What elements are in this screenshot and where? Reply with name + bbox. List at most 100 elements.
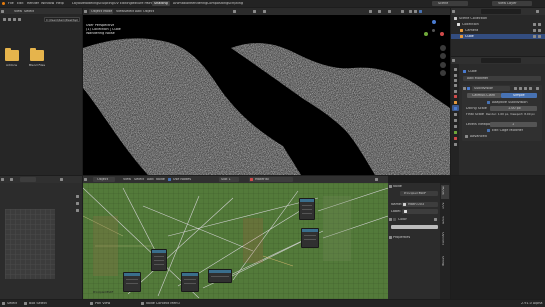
node-field[interactable]: [126, 283, 138, 285]
shading-material-icon[interactable]: [414, 10, 417, 13]
viewport-menu-select[interactable]: Select: [124, 10, 134, 13]
overlay-toggle-icon[interactable]: [388, 10, 391, 13]
editor-type-icon[interactable]: [1, 9, 4, 13]
expand-arrow-icon[interactable]: [465, 135, 468, 138]
visibility-icon[interactable]: [369, 10, 372, 13]
node-field[interactable]: [302, 213, 312, 215]
side-tab-options[interactable]: Options: [441, 231, 449, 253]
physics-tab-icon[interactable]: [453, 119, 457, 122]
editor-type-icon[interactable]: [452, 10, 455, 13]
blender-logo-icon[interactable]: [2, 2, 5, 5]
scene-tab-icon[interactable]: [453, 90, 457, 93]
viewport-menu-add[interactable]: Add: [135, 10, 142, 13]
node-field[interactable]: [126, 279, 138, 281]
add-modifier-button[interactable]: Add Modifier: [463, 76, 541, 81]
folder-item-blend-files[interactable]: Blend Files: [29, 48, 52, 70]
node-field[interactable]: [184, 279, 196, 281]
navigation-gizmo[interactable]: [423, 20, 445, 42]
node-menu-view[interactable]: View: [123, 178, 131, 181]
xray-icon[interactable]: [401, 10, 404, 13]
object-type-dropdown[interactable]: Object: [93, 177, 115, 182]
expand-arrow-icon[interactable]: [389, 236, 392, 239]
constraints-tab-icon[interactable]: [453, 125, 457, 128]
outliner-row-cube[interactable]: Cube: [451, 34, 545, 39]
close-icon[interactable]: [536, 87, 539, 90]
editor-type-icon[interactable]: [84, 178, 87, 181]
advanced-section[interactable]: Advanced: [470, 135, 487, 138]
side-tab-tool[interactable]: Tool: [441, 201, 449, 213]
node-math-4[interactable]: [123, 272, 141, 292]
file-menu-view[interactable]: View: [14, 10, 22, 13]
scene-selector[interactable]: Scene: [432, 1, 468, 6]
particles-tab-icon[interactable]: [453, 113, 457, 116]
use-nodes-checkbox[interactable]: [168, 178, 171, 181]
path-field[interactable]: C:\Users\Sam\Desktop\: [44, 17, 80, 22]
node-field[interactable]: [154, 260, 164, 262]
world-tab-icon[interactable]: [453, 95, 457, 98]
side-tab-node[interactable]: Node: [441, 185, 449, 199]
properties-section[interactable]: Properties: [393, 236, 410, 239]
shading-rendered-icon[interactable]: [419, 10, 422, 13]
refresh-icon[interactable]: [18, 18, 21, 21]
viewport-panel[interactable]: Object Mode View Select Add Object User …: [83, 8, 450, 175]
proportional-edit-icon[interactable]: [263, 10, 266, 13]
adaptive-checkbox[interactable]: [487, 101, 490, 104]
node-frame-mid[interactable]: [243, 218, 263, 263]
node-menu-node[interactable]: Node: [156, 178, 165, 181]
render-tab-icon[interactable]: [453, 74, 457, 77]
dicing-scale-field[interactable]: 1.00 px: [490, 106, 537, 111]
object-tab-icon[interactable]: [453, 101, 457, 104]
folder-item-addons[interactable]: Addons: [5, 48, 21, 70]
pan-hand-icon[interactable]: [76, 202, 79, 205]
shading-solid-icon[interactable]: [409, 10, 412, 13]
node-field[interactable]: [304, 235, 316, 237]
texture-tab-icon[interactable]: [453, 143, 457, 146]
eye-icon[interactable]: [533, 35, 536, 38]
image-canvas[interactable]: [5, 209, 55, 279]
tab-rendering[interactable]: Rendering: [190, 2, 207, 5]
levels-viewport-field[interactable]: 1: [490, 122, 537, 127]
data-tab-icon[interactable]: [453, 131, 457, 134]
node-math-6[interactable]: [208, 269, 232, 283]
tab-layout[interactable]: Layout: [72, 2, 84, 5]
tab-scripting[interactable]: Scripting: [228, 2, 243, 5]
pan-hand-icon[interactable]: [440, 53, 446, 59]
node-field[interactable]: [184, 283, 196, 285]
editor-type-icon[interactable]: [84, 10, 87, 13]
view-layer-tab-icon[interactable]: [453, 84, 457, 87]
node-label-field[interactable]: [402, 209, 438, 214]
modifier-tab-active[interactable]: [452, 105, 459, 111]
camera-view-icon[interactable]: [440, 62, 446, 68]
collapse-arrow-icon[interactable]: [463, 87, 466, 90]
node-frame-right[interactable]: [323, 196, 351, 261]
tab-texture-paint[interactable]: Texture Paint: [131, 2, 153, 5]
node-math-2[interactable]: [299, 198, 315, 220]
render-toggle-icon[interactable]: [524, 87, 527, 90]
node-field[interactable]: [302, 205, 312, 207]
global-transform-icon[interactable]: [233, 10, 236, 13]
node-frame-left[interactable]: [93, 216, 118, 276]
outliner-row-camera[interactable]: Camera: [451, 28, 545, 33]
eye-icon[interactable]: [533, 23, 536, 26]
camera-view-icon[interactable]: [76, 209, 79, 212]
color-checkbox[interactable]: [393, 218, 396, 221]
node-section-title[interactable]: Node: [393, 185, 402, 188]
edit-cage-checkbox[interactable]: [487, 129, 490, 132]
viewport-menu-view[interactable]: View: [116, 10, 124, 13]
tab-compositing[interactable]: Compositing: [207, 2, 228, 5]
forward-arrow-icon[interactable]: [8, 18, 11, 21]
node-field[interactable]: [211, 276, 229, 278]
camera-toggle-icon[interactable]: [538, 23, 541, 26]
node-field[interactable]: [154, 256, 164, 258]
properties-search[interactable]: [481, 58, 521, 63]
image-editor-panel[interactable]: [0, 176, 82, 299]
node-field[interactable]: [304, 239, 316, 241]
gizmo-toggle-icon[interactable]: [378, 10, 381, 13]
material-tab-icon[interactable]: [453, 137, 457, 140]
slot-dropdown[interactable]: Slot 1: [219, 177, 239, 182]
node-field[interactable]: [154, 264, 164, 266]
eye-icon[interactable]: [533, 29, 536, 32]
file-menu-select[interactable]: Select: [24, 10, 34, 13]
editmode-toggle-icon[interactable]: [514, 87, 517, 90]
modifier-name-field[interactable]: Subdivision: [472, 86, 510, 91]
